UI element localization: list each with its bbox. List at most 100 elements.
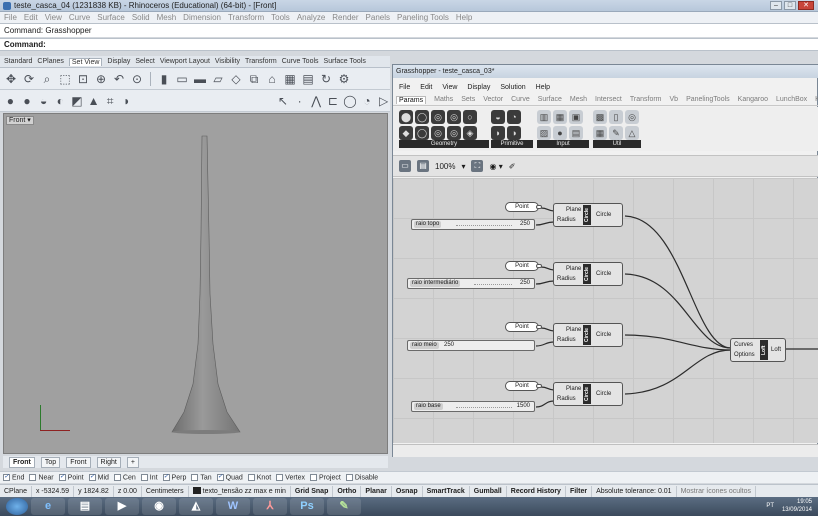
point-param[interactable]: Point — [505, 381, 542, 391]
menu-item[interactable]: Tools — [271, 13, 290, 22]
undo-view-icon[interactable]: ↶ — [112, 72, 126, 86]
gh-tab[interactable]: Mesh — [570, 96, 587, 103]
status-toggle[interactable]: Planar — [361, 485, 392, 497]
lofted-tower-surface[interactable] — [171, 135, 241, 433]
osnap-option[interactable]: Tan — [191, 473, 212, 481]
osnap-checkbox[interactable]: ✓ — [3, 473, 10, 481]
toolbar-tab[interactable]: Surface Tools — [324, 58, 366, 65]
status-toggle[interactable]: Ortho — [333, 485, 362, 497]
osnap-option[interactable]: ✓ Perp — [162, 473, 186, 481]
viewport-tab[interactable]: Front — [66, 456, 91, 468]
units-label[interactable]: Centimeters — [142, 485, 189, 497]
pen-icon[interactable]: ⌗ — [104, 94, 117, 108]
minimize-button[interactable]: – — [770, 1, 782, 10]
status-toggle[interactable]: Gumball — [470, 485, 507, 497]
osnap-checkbox[interactable] — [140, 473, 148, 481]
param-icon[interactable]: ◯ — [415, 126, 429, 140]
toolbar-tab[interactable]: Select — [135, 58, 154, 65]
pan-icon[interactable]: ✥ — [4, 72, 18, 86]
view-right-icon[interactable]: ▱ — [211, 72, 225, 86]
gh-menu-item[interactable]: File — [399, 84, 410, 91]
front-viewport[interactable] — [3, 113, 388, 454]
osnap-checkbox[interactable] — [113, 473, 121, 481]
polygon-icon[interactable]: ▷ — [377, 94, 390, 108]
view-perspective-icon[interactable]: ◇ — [229, 72, 243, 86]
toolbar-tab[interactable]: Viewport Layout — [160, 58, 210, 65]
param-icon[interactable]: ● — [553, 126, 567, 140]
param-icon[interactable]: ○ — [463, 110, 477, 124]
acrobat-taskbar-icon[interactable]: ⅄ — [253, 498, 287, 515]
gh-tab[interactable]: Surface — [538, 96, 562, 103]
menu-item[interactable]: Help — [456, 13, 472, 22]
view-front-icon[interactable]: ▬ — [193, 72, 207, 86]
clock-date[interactable]: 13/09/2014 — [782, 506, 812, 514]
param-icon[interactable]: ◎ — [447, 110, 461, 124]
save-file-icon[interactable]: ▤ — [417, 160, 429, 172]
grasshopper-canvas[interactable]: Point raio topo 250 Plane Radius Circle C… — [393, 178, 818, 443]
toolbar-tab[interactable]: Transform — [245, 58, 277, 65]
arc-icon[interactable]: ◔ — [361, 94, 374, 108]
options-icon[interactable]: ⚙ — [337, 72, 351, 86]
osnap-checkbox[interactable] — [29, 473, 37, 481]
start-button[interactable] — [6, 498, 28, 515]
osnap-option[interactable]: ✓ Point — [58, 473, 84, 481]
osnap-option[interactable]: Disable — [345, 473, 378, 481]
gh-tab[interactable]: Intersect — [595, 96, 622, 103]
maximize-button[interactable]: □ — [784, 1, 796, 10]
menu-item[interactable]: Panels — [366, 13, 390, 22]
param-icon[interactable]: ◔ — [507, 110, 521, 124]
param-icon[interactable]: △ — [625, 126, 639, 140]
osnap-option[interactable]: Int — [140, 473, 158, 481]
named-view-icon[interactable]: ▦ — [283, 72, 297, 86]
slider-raio-meio[interactable]: raio meio 250 — [407, 340, 535, 351]
rectangle-icon[interactable]: ⊏ — [327, 94, 340, 108]
menu-item[interactable]: Edit — [24, 13, 38, 22]
param-icon[interactable]: ▨ — [537, 126, 551, 140]
param-icon[interactable]: ◑ — [507, 126, 521, 140]
gh-tab[interactable]: PanelingTools — [686, 96, 730, 103]
circle-component[interactable]: Plane Radius Circle Circle — [553, 203, 623, 227]
gh-tab[interactable]: Transform — [630, 96, 662, 103]
camera-icon[interactable]: ⌂ — [265, 72, 279, 86]
status-toggle[interactable]: Osnap — [392, 485, 423, 497]
rotate-icon[interactable]: ↻ — [319, 72, 333, 86]
gh-tab[interactable]: Vector — [483, 96, 503, 103]
xray-icon[interactable]: ◐ — [54, 94, 67, 108]
zoom-dropdown-icon[interactable]: ▾ — [461, 162, 465, 171]
osnap-checkbox[interactable]: ✓ — [216, 473, 224, 481]
param-icon[interactable]: ▣ — [569, 110, 583, 124]
param-icon[interactable]: ◎ — [625, 110, 639, 124]
polyline-icon[interactable]: ⋀ — [310, 94, 323, 108]
ghosted-sphere-icon[interactable]: ◒ — [37, 94, 50, 108]
osnap-checkbox[interactable] — [247, 473, 255, 481]
param-icon[interactable]: ▩ — [593, 110, 607, 124]
slider-raio-base[interactable]: raio base 1500 — [411, 401, 535, 412]
menu-item[interactable]: Render — [332, 13, 358, 22]
gh-tab[interactable]: Params — [396, 95, 427, 104]
toolbar-tab[interactable]: Set View — [68, 57, 103, 66]
add-viewport-tab[interactable]: + — [126, 456, 139, 468]
toolbar-tab[interactable]: Standard — [4, 58, 32, 65]
view-top-icon[interactable]: ▭ — [175, 72, 189, 86]
layout-icon[interactable]: ▤ — [301, 72, 315, 86]
zoom-level[interactable]: 100% — [435, 162, 455, 171]
osnap-option[interactable]: Cen — [113, 473, 136, 481]
circle-component[interactable]: Plane Radius Circle Circle — [553, 323, 623, 347]
photoshop-taskbar-icon[interactable]: Ps — [290, 498, 324, 515]
gh-menu-item[interactable]: View — [442, 84, 457, 91]
osnap-option[interactable]: ✓ Mid — [88, 473, 109, 481]
command-prompt[interactable]: Command: — [0, 38, 818, 51]
toolbar-tab[interactable]: Curve Tools — [282, 58, 319, 65]
select-arrow-icon[interactable]: ↖ — [277, 94, 290, 108]
status-toggle[interactable]: Grid Snap — [291, 485, 334, 497]
menu-item[interactable]: Dimension — [183, 13, 221, 22]
menu-item[interactable]: Curve — [69, 13, 90, 22]
menu-item[interactable]: Solid — [132, 13, 150, 22]
word-taskbar-icon[interactable]: W — [216, 498, 250, 515]
chrome-taskbar-icon[interactable]: ◉ — [142, 498, 176, 515]
toolbar-tab[interactable]: Display — [107, 58, 130, 65]
param-icon[interactable]: ◎ — [431, 110, 445, 124]
point-icon[interactable]: · — [293, 94, 306, 108]
param-icon[interactable]: ◈ — [463, 126, 477, 140]
point-param[interactable]: Point — [505, 261, 542, 271]
